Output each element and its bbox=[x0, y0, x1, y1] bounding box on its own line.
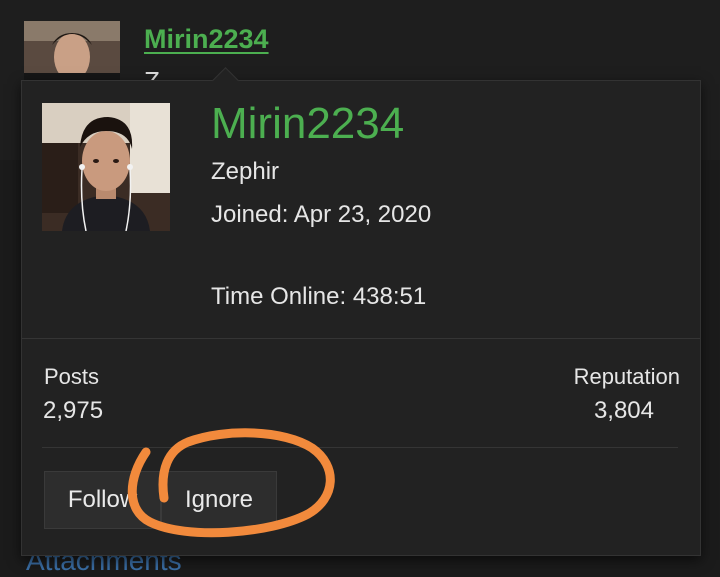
reputation-label: Reputation bbox=[573, 364, 680, 389]
post-author-title-partial: Z bbox=[144, 66, 160, 80]
ignore-button[interactable]: Ignore bbox=[161, 471, 277, 529]
post-author-avatar[interactable] bbox=[24, 21, 120, 81]
member-username[interactable]: Mirin2234 bbox=[211, 99, 404, 149]
posts-count[interactable]: 2,975 bbox=[43, 397, 103, 425]
member-tooltip-card: Mirin2234 Zephir Joined: Apr 23, 2020 Ti… bbox=[21, 67, 701, 556]
post-author-username[interactable]: Mirin2234 bbox=[144, 24, 269, 55]
member-time-online: Time Online: 438:51 bbox=[211, 283, 427, 310]
card-divider bbox=[42, 447, 678, 448]
card-divider bbox=[22, 338, 700, 339]
follow-button[interactable]: Follow bbox=[44, 471, 161, 529]
member-user-title: Zephir bbox=[211, 158, 280, 185]
posts-label: Posts bbox=[44, 364, 100, 389]
member-avatar[interactable] bbox=[42, 103, 170, 231]
member-joined-date: Joined: Apr 23, 2020 bbox=[211, 201, 432, 228]
reputation-count: 3,804 bbox=[593, 397, 654, 424]
